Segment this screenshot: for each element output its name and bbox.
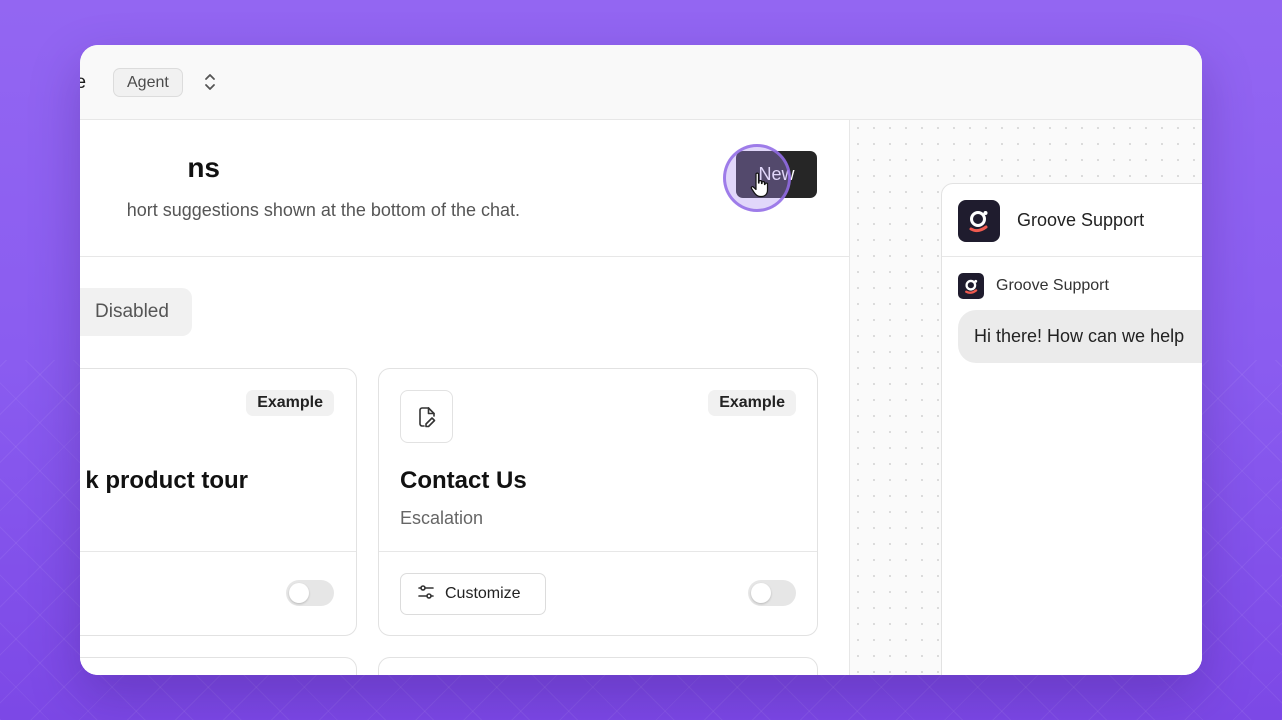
card-title: k product tour (85, 467, 248, 494)
app-window: ve Agent ns hort suggestions shown at th… (80, 45, 1202, 675)
file-edit-icon (400, 390, 453, 443)
filter-tab-disabled-label: Disabled (95, 301, 169, 322)
message-sender: Groove Support (996, 277, 1109, 294)
hand-cursor-icon (750, 172, 770, 198)
customize-button[interactable]: Customize (400, 573, 546, 615)
customize-label: Customize (445, 585, 521, 602)
suggestion-card (80, 657, 357, 675)
groove-logo-icon (958, 200, 1000, 242)
groove-logo-icon (958, 273, 984, 299)
example-badge: Example (708, 390, 796, 416)
chat-title: Groove Support (1017, 210, 1145, 230)
page-header: ns hort suggestions shown at the bottom … (80, 120, 849, 257)
chat-preview-pane: Groove Support Groove Support Hi there! … (849, 120, 1202, 675)
enable-toggle[interactable] (286, 580, 334, 606)
card-title: Contact Us (400, 467, 527, 494)
agent-badge[interactable]: Agent (113, 68, 183, 97)
toggle-knob (289, 583, 309, 603)
suggestion-card: Example k product tour e (80, 368, 357, 636)
brand-name: ve (80, 72, 87, 93)
page-title: ns (187, 152, 220, 183)
card-subtitle: Escalation (400, 508, 484, 528)
filter-tab-disabled[interactable]: Disabled (80, 288, 192, 336)
example-badge: Example (246, 390, 334, 416)
suggestion-card: Example Contact Us Escalation Customize (378, 368, 818, 636)
message-bubble: Hi there! How can we help (958, 310, 1202, 363)
chat-header: Groove Support (942, 184, 1202, 257)
enable-toggle[interactable] (748, 580, 796, 606)
card-divider (80, 551, 356, 552)
sliders-icon (417, 583, 435, 606)
top-bar: ve Agent (80, 45, 1202, 120)
suggestion-card (378, 657, 818, 675)
chevron-up-down-icon[interactable] (201, 72, 219, 92)
page-subtitle: hort suggestions shown at the bottom of … (126, 200, 520, 220)
toggle-knob (751, 583, 771, 603)
card-divider (379, 551, 817, 552)
suggestions-pane: ns hort suggestions shown at the bottom … (80, 120, 849, 675)
chat-widget: Groove Support Groove Support Hi there! … (941, 183, 1202, 675)
